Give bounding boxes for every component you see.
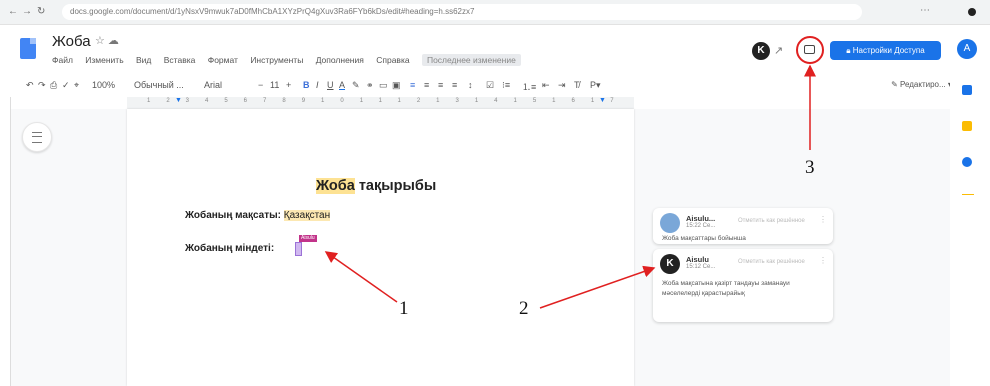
document-heading[interactable]: Жоба тақырыбы (316, 178, 436, 194)
decrease-size-icon[interactable]: − (258, 80, 263, 90)
address-bar[interactable]: docs.google.com/document/d/1yNsxV9mwuk7a… (62, 4, 862, 20)
more-options-icon[interactable]: ⋮ (819, 215, 827, 224)
align-center-icon[interactable]: ≡ (424, 80, 429, 90)
share-button[interactable]: 🔒︎ Настройки Доступа (830, 41, 941, 60)
collaborator-cursor (295, 242, 302, 256)
horizontal-ruler[interactable]: 1234567891011121314151617 ▼ ▼ (127, 97, 634, 109)
comment-time: 15:22 Се... (686, 223, 716, 229)
menu-help[interactable]: Справка (376, 55, 409, 65)
menu-addons[interactable]: Дополнения (316, 55, 364, 65)
bulleted-list-icon[interactable]: ⁝≡ (502, 80, 510, 91)
back-icon[interactable]: ← (8, 6, 18, 17)
underline-icon[interactable]: U (327, 80, 334, 90)
annotation-label-3: 3 (805, 157, 815, 178)
numbered-list-icon[interactable]: ⒈≡ (522, 80, 536, 93)
insert-comment-icon[interactable]: ▭ (379, 80, 388, 91)
outline-button[interactable] (22, 122, 52, 152)
vertical-ruler (0, 97, 11, 386)
formatting-toolbar: ↶ ↷ ⎙ ✓ ⌖ 100% Обычный ... Arial − 11 + … (26, 77, 976, 97)
align-right-icon[interactable]: ≡ (438, 80, 443, 90)
italic-icon[interactable]: I (316, 80, 319, 90)
menu-insert[interactable]: Вставка (164, 55, 196, 65)
browser-toolbar: ← → ↻ docs.google.com/document/d/1yNsxV9… (0, 0, 990, 25)
paint-format-icon[interactable]: ⌖ (74, 80, 79, 91)
collaborator-avatar[interactable]: K (752, 42, 770, 60)
heading-highlight: Жоба (316, 178, 355, 194)
tasks-icon[interactable] (962, 157, 972, 167)
bold-icon[interactable]: B (303, 80, 310, 90)
menu-edit[interactable]: Изменить (85, 55, 123, 65)
goal-line[interactable]: Жобаның мақсаты: Қазақстан (185, 210, 331, 221)
resolve-comment-button[interactable]: Отметить как решённое (738, 218, 805, 224)
document-title[interactable]: Жоба (52, 33, 91, 50)
editing-mode-label: Редактиро... (900, 80, 946, 89)
undo-icon[interactable]: ↶ (26, 80, 34, 91)
extensions-icon[interactable]: ⋯ (920, 5, 930, 16)
docs-logo-icon[interactable] (20, 38, 36, 59)
justify-icon[interactable]: ≡ (452, 80, 457, 90)
comment-author: Aisulu... (686, 214, 716, 223)
font-select[interactable]: Arial (204, 80, 222, 90)
activity-icon[interactable]: ↗ (774, 44, 783, 57)
comment-history-button[interactable] (796, 36, 824, 64)
comment-card[interactable]: Aisulu... 15:22 Се... Отметить как решён… (653, 208, 833, 244)
menu-format[interactable]: Формат (208, 55, 238, 65)
redo-icon[interactable]: ↷ (38, 80, 46, 91)
spellcheck-icon[interactable]: ✓ (62, 80, 70, 91)
side-panel-divider (962, 194, 974, 195)
share-label: Настройки Доступа (852, 46, 925, 55)
comment-icon (804, 45, 815, 54)
input-tools-icon[interactable]: Р▾ (590, 80, 601, 91)
reload-icon[interactable]: ↻ (37, 6, 45, 17)
keep-icon[interactable] (962, 121, 972, 131)
comment-time: 15:12 Се... (686, 264, 716, 270)
more-options-icon[interactable]: ⋮ (819, 256, 827, 265)
forward-icon[interactable]: → (22, 6, 32, 17)
print-icon[interactable]: ⎙ (50, 80, 57, 91)
side-panel (950, 68, 990, 386)
menu-bar: Файл Изменить Вид Вставка Формат Инструм… (52, 54, 531, 66)
menu-tools[interactable]: Инструменты (250, 55, 303, 65)
increase-size-icon[interactable]: + (286, 80, 291, 90)
line-spacing-icon[interactable]: ↕ (468, 80, 473, 90)
last-edit-link[interactable]: Последнее изменение (421, 54, 521, 66)
style-select[interactable]: Обычный ... (134, 80, 184, 90)
checklist-icon[interactable]: ☑ (486, 80, 494, 91)
goal-value: Қазақстан (283, 210, 331, 221)
right-indent-marker[interactable]: ▼ (599, 97, 606, 104)
outline-icon (32, 132, 42, 143)
insert-image-icon[interactable]: ▣ (392, 80, 401, 91)
menu-view[interactable]: Вид (136, 55, 151, 65)
star-icon[interactable]: ☆ ☁ (95, 34, 119, 47)
zoom-select[interactable]: 100% (92, 80, 115, 90)
annotation-label-1: 1 (399, 298, 409, 319)
clear-format-icon[interactable]: T̸ (574, 80, 580, 90)
comment-text: Жоба мақсаттары бойынша (662, 235, 746, 242)
left-indent-marker[interactable]: ▼ (175, 97, 182, 104)
text-color-icon[interactable]: A (339, 80, 345, 90)
font-size-input[interactable]: 11 (270, 80, 279, 90)
ruler-marks: 1234567891011121314151617 (147, 98, 630, 104)
cursor-name-flag: Aisulu (299, 235, 317, 242)
account-avatar[interactable]: A (957, 39, 977, 59)
goal-label: Жобаның мақсаты: (185, 210, 281, 221)
comment-avatar: K (660, 254, 680, 274)
pencil-icon: ✎ (891, 80, 900, 89)
profile-icon[interactable] (968, 8, 976, 16)
highlight-icon[interactable]: ✎ (352, 80, 360, 91)
decrease-indent-icon[interactable]: ⇤ (542, 80, 550, 91)
menu-file[interactable]: Файл (52, 55, 73, 65)
link-icon[interactable]: ⚭ (366, 80, 374, 91)
heading-rest: тақырыбы (358, 178, 437, 194)
comment-avatar (660, 213, 680, 233)
calendar-icon[interactable] (962, 85, 972, 95)
comment-text: Жоба мақсатына қазірт тандауы заманауи м… (662, 280, 790, 297)
comment-card[interactable]: K Aisulu 15:12 Се... Отметить как решённ… (653, 249, 833, 322)
align-left-icon[interactable]: ≡ (410, 80, 415, 90)
task-label[interactable]: Жобаның міндеті: (185, 243, 274, 254)
comment-author: Aisulu (686, 255, 709, 264)
resolve-comment-button[interactable]: Отметить как решённое (738, 259, 805, 265)
increase-indent-icon[interactable]: ⇥ (558, 80, 566, 91)
annotation-label-2: 2 (519, 298, 529, 319)
